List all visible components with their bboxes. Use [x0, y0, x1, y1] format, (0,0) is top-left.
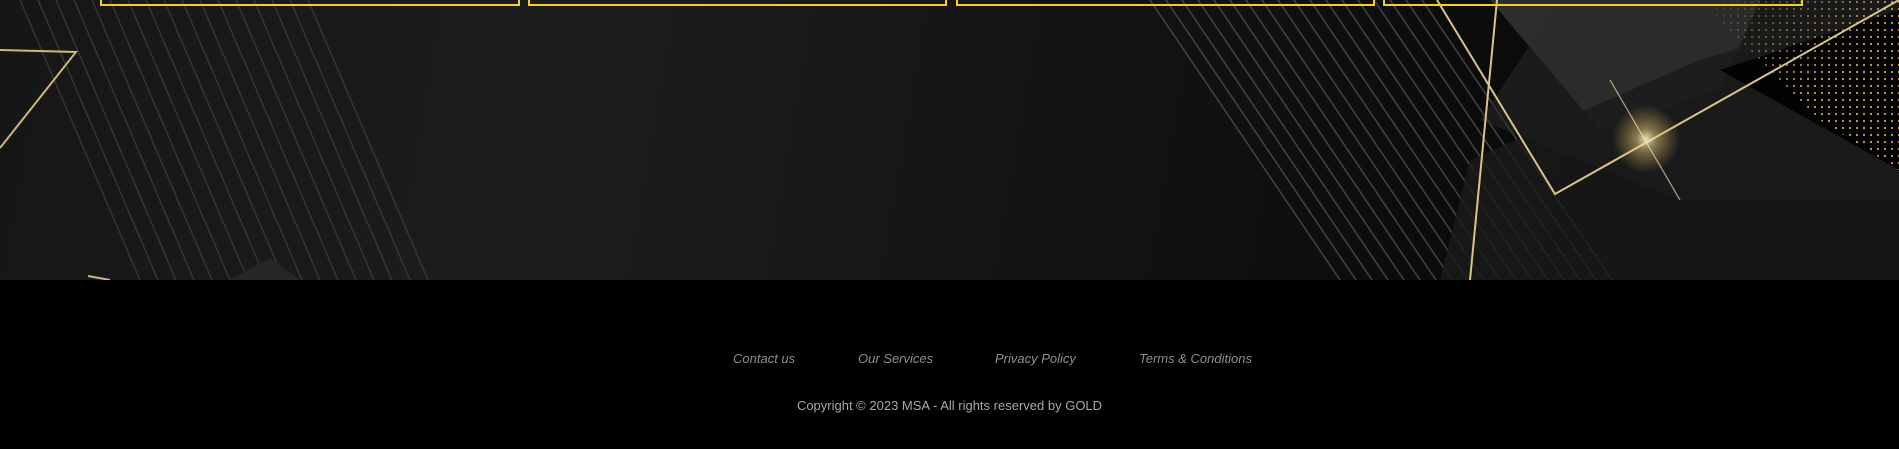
footer-link-contact-us[interactable]: Contact us: [733, 351, 795, 366]
footer-nav: Contact us Our Services Privacy Policy T…: [0, 351, 1899, 369]
card-2-outline[interactable]: [528, 0, 947, 6]
hero-background-decoration: [0, 0, 1899, 280]
left-pinstripes: [19, 0, 429, 280]
light-flare-icon: [1612, 105, 1680, 173]
card-3-outline[interactable]: [956, 0, 1375, 6]
footer: Contact us Our Services Privacy Policy T…: [0, 280, 1899, 449]
card-1-outline[interactable]: [100, 0, 520, 6]
copyright-text: Copyright © 2023 MSA - All rights reserv…: [0, 398, 1899, 413]
copyright-prefix: Copyright © 2023 MSA - All rights reserv…: [796, 398, 1066, 413]
copyright-brand: GOLD: [1065, 398, 1103, 413]
footer-link-terms-conditions[interactable]: Terms & Conditions: [1139, 351, 1252, 366]
card-4-outline[interactable]: [1383, 0, 1803, 6]
footer-link-our-services[interactable]: Our Services: [858, 351, 933, 366]
left-gold-triangle-icon: [0, 49, 79, 149]
hero-section: [0, 0, 1899, 280]
footer-link-privacy-policy[interactable]: Privacy Policy: [995, 351, 1076, 366]
gold-dot-grid-icon: [1700, 0, 1899, 170]
